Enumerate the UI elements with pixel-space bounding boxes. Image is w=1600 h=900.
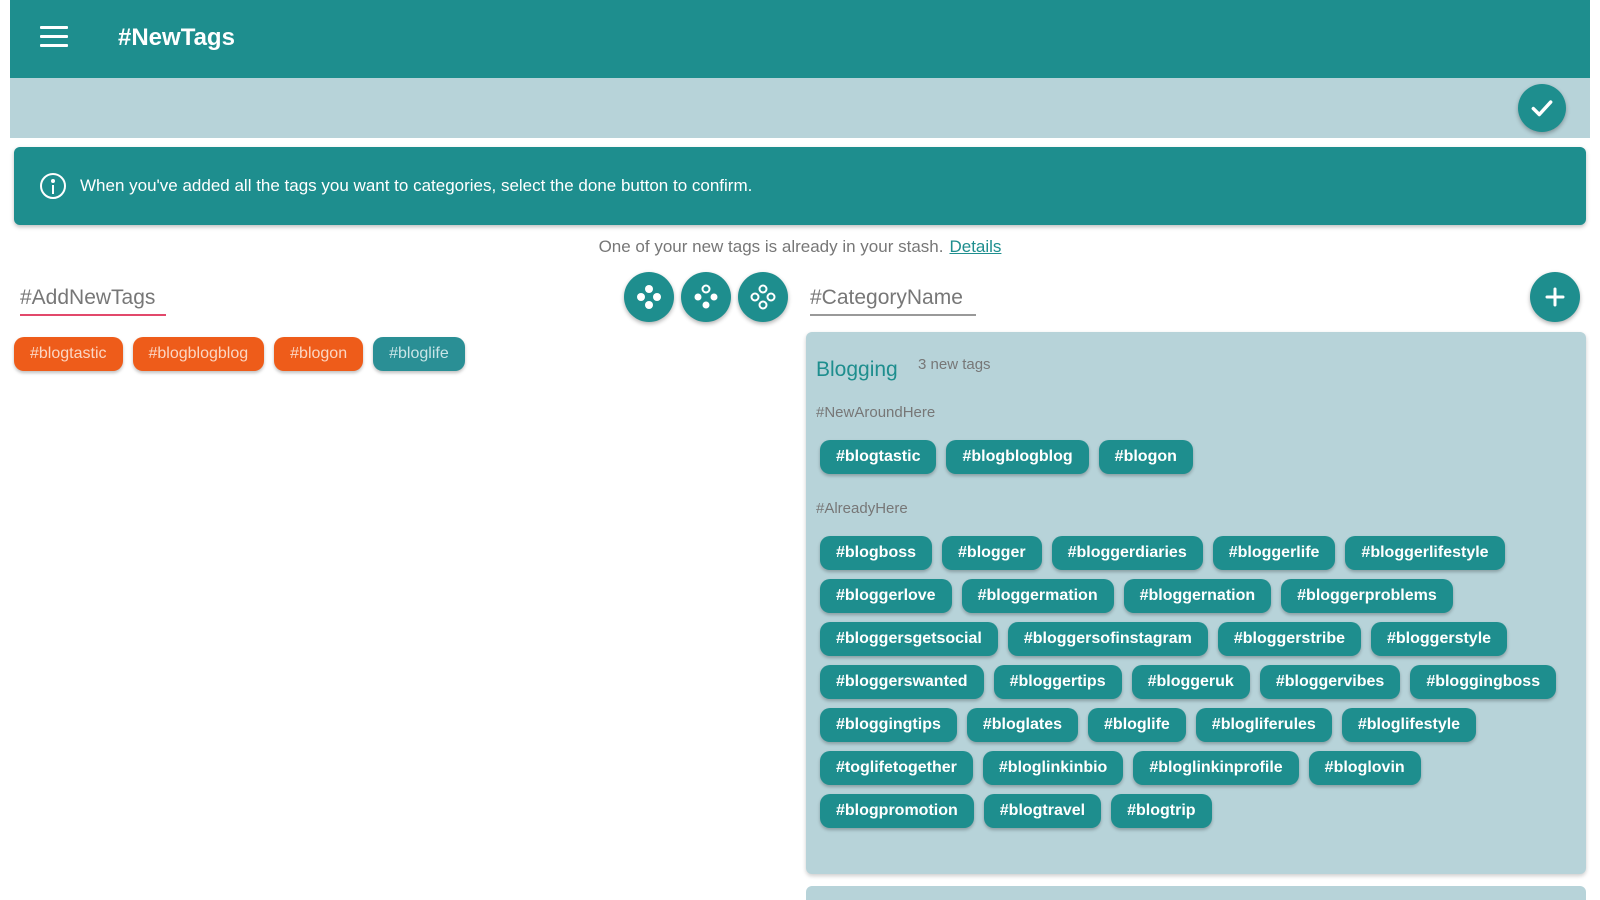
info-icon [40, 173, 66, 199]
tag-chip[interactable]: #bloggingtips [820, 708, 957, 742]
new-tags-list: #blogtastic #blogblogblog #blogon #blogl… [14, 337, 465, 371]
existing-section-label: #AlreadyHere [816, 500, 908, 517]
tag-chip[interactable]: #blogpromotion [820, 794, 974, 828]
category-card-next[interactable] [806, 886, 1586, 900]
tag-chip[interactable]: #bloglates [966, 708, 1079, 742]
tag-chip[interactable]: #bloggeruk [1131, 665, 1250, 699]
plus-icon [1545, 287, 1565, 307]
tag-chip[interactable]: #bloglovin [1308, 751, 1421, 785]
tag-chip[interactable]: #bloggerlife [1212, 536, 1336, 570]
tag-chip[interactable]: #bloggervibes [1259, 665, 1401, 699]
category-name-input[interactable] [810, 282, 976, 316]
move-icon [637, 285, 661, 309]
tag-chip[interactable]: #blogliferules [1195, 708, 1332, 742]
tag-chip[interactable]: #bloggerlifestyle [1345, 536, 1505, 570]
done-button[interactable] [1518, 84, 1566, 132]
info-banner: When you've added all the tags you want … [14, 147, 1586, 225]
tag-chip[interactable]: #bloggernation [1123, 579, 1272, 613]
check-icon [1531, 100, 1553, 117]
tag-chip[interactable]: #blogblogblog [132, 337, 265, 371]
move-tags-button-2[interactable] [681, 272, 731, 322]
tag-chip[interactable]: #bloggingboss [1410, 665, 1557, 699]
banner-text: When you've added all the tags you want … [80, 176, 753, 195]
tag-chip[interactable]: #blogboss [820, 536, 933, 570]
tag-chip[interactable]: #blogblogblog [946, 440, 1089, 474]
duplicate-notice: One of your new tags is already in your … [0, 237, 1600, 257]
tag-chip[interactable]: #bloglinkinprofile [1133, 751, 1299, 785]
add-category-button[interactable] [1530, 272, 1580, 322]
tag-chip[interactable]: #bloglife [373, 337, 465, 371]
tag-chip[interactable]: #bloggerdiaries [1051, 536, 1203, 570]
tag-chip[interactable]: #blogtravel [983, 794, 1102, 828]
app-title: #NewTags [118, 24, 235, 51]
menu-icon[interactable] [40, 26, 68, 50]
category-card[interactable]: Blogging 3 new tags #NewAroundHere #blog… [806, 332, 1586, 874]
tag-chip[interactable]: #blogon [274, 337, 364, 371]
tag-chip[interactable]: #bloggersgetsocial [820, 622, 998, 656]
details-link[interactable]: Details [949, 237, 1001, 256]
tag-chip[interactable]: #blogtastic [14, 337, 123, 371]
notice-text: One of your new tags is already in your … [598, 237, 944, 256]
tag-chip[interactable]: #blogtastic [820, 440, 937, 474]
tag-chip[interactable]: #toglifetogether [820, 751, 973, 785]
new-tags-group: #blogtastic #blogblogblog #blogon [820, 440, 1572, 474]
add-new-tags-input[interactable] [20, 282, 166, 316]
category-count: 3 new tags [918, 356, 991, 373]
tag-chip[interactable]: #bloggerstribe [1217, 622, 1361, 656]
move-tags-button-1[interactable] [624, 272, 674, 322]
existing-tags-group: #blogboss #blogger #bloggerdiaries #blogger… [820, 536, 1572, 828]
tag-chip[interactable]: #bloggerlove [820, 579, 952, 613]
new-section-label: #NewAroundHere [816, 404, 936, 421]
move-tags-button-3[interactable] [738, 272, 788, 322]
move-empty-icon [750, 284, 776, 310]
move-outline-icon [694, 284, 718, 309]
app-bar: #NewTags [10, 0, 1590, 78]
tag-chip[interactable]: #bloggerswanted [820, 665, 984, 699]
sub-bar [10, 78, 1590, 138]
category-title: Blogging [816, 358, 898, 381]
tag-chip[interactable]: #bloglife [1088, 708, 1186, 742]
tag-chip[interactable]: #bloggerproblems [1281, 579, 1453, 613]
tag-chip[interactable]: #blogger [942, 536, 1042, 570]
tag-chip[interactable]: #blogon [1098, 440, 1193, 474]
tag-chip[interactable]: #bloggertips [993, 665, 1122, 699]
tag-chip[interactable]: #blogtrip [1111, 794, 1212, 828]
tag-chip[interactable]: #bloggersofinstagram [1007, 622, 1208, 656]
tag-chip[interactable]: #bloggermation [961, 579, 1114, 613]
tag-chip[interactable]: #bloggerstyle [1371, 622, 1508, 656]
tag-chip[interactable]: #bloglinkinbio [982, 751, 1124, 785]
tag-chip[interactable]: #bloglifestyle [1341, 708, 1477, 742]
